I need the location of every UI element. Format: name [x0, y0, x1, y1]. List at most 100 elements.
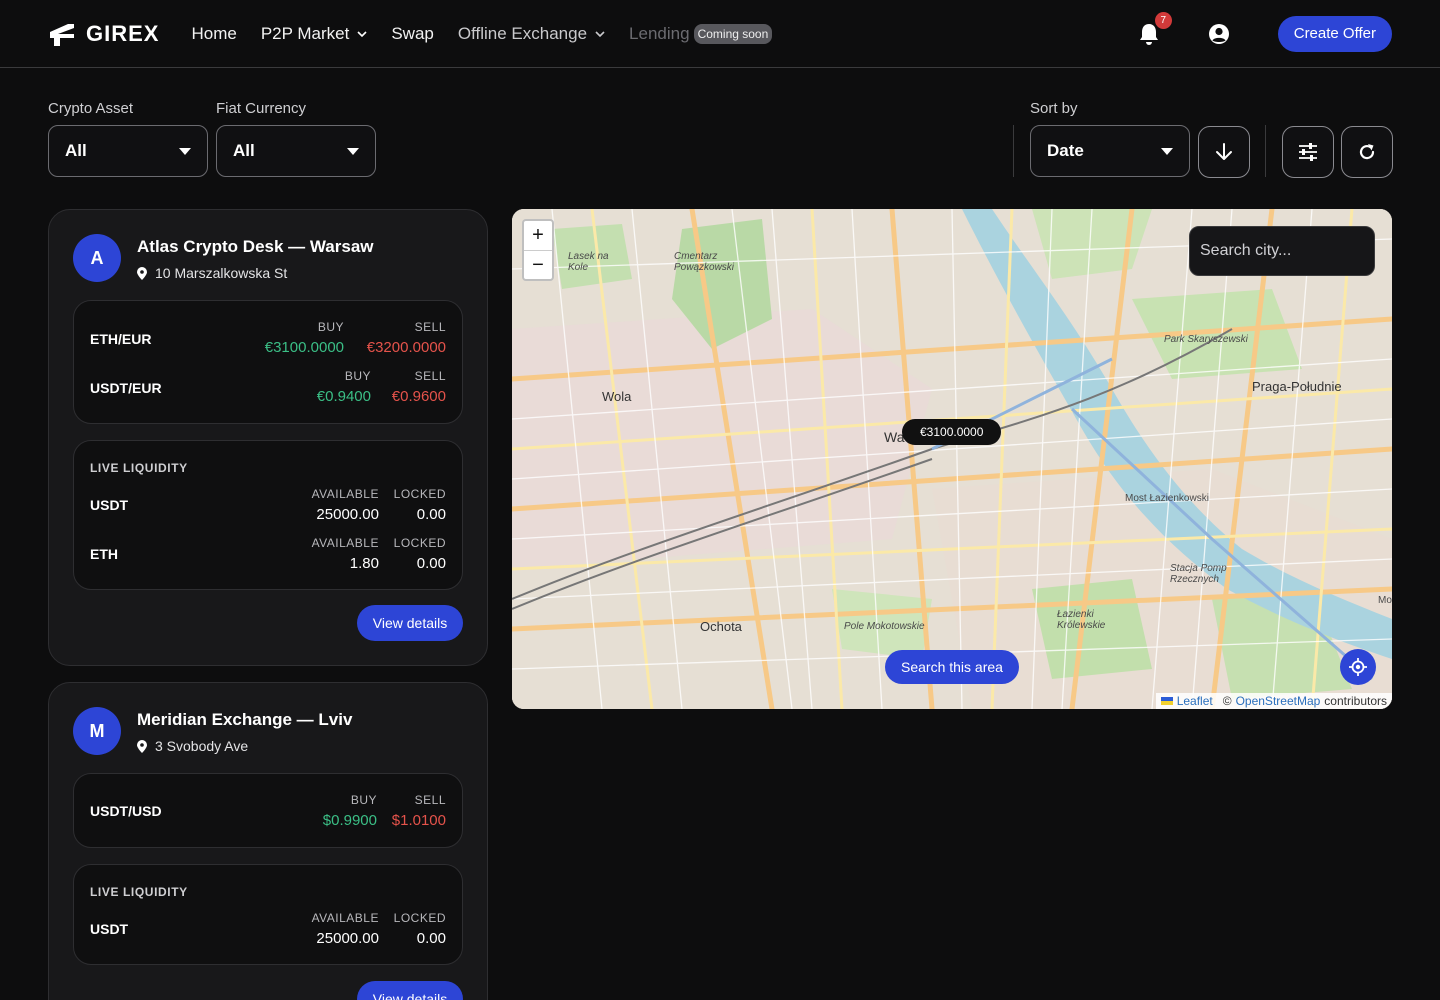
buy-header: BUY: [344, 369, 371, 383]
buy-header: BUY: [350, 793, 377, 807]
sell-rate: €3200.0000: [366, 339, 446, 356]
rate-pair: USDT/USD: [90, 803, 162, 819]
ukraine-flag-icon: [1160, 697, 1173, 705]
crosshair-icon: [1349, 658, 1367, 676]
address-text: 10 Marszalkowska St: [155, 265, 288, 281]
brand-name: GIREX: [86, 20, 160, 46]
map-label-lasek: Lasek na Kole: [568, 251, 609, 273]
sliders-icon: [1299, 143, 1317, 161]
crypto-asset-select[interactable]: All: [48, 125, 208, 177]
map-label-mo: Mo: [1378, 595, 1392, 606]
rate-pair: ETH/EUR: [90, 331, 152, 347]
zoom-control: + −: [522, 219, 554, 281]
nav-p2p-label: P2P Market: [260, 23, 350, 43]
brand-logo[interactable]: GIREX: [48, 20, 159, 48]
nav-home-label: Home: [191, 23, 237, 43]
sort-by-select[interactable]: Date: [1030, 125, 1190, 177]
sell-rate: $1.0100: [391, 812, 446, 829]
filter-divider: [1265, 125, 1266, 177]
attribution-contributors: contributors: [1324, 694, 1387, 708]
refresh-button[interactable]: [1341, 126, 1393, 178]
liquidity-title: LIVE LIQUIDITY: [90, 885, 188, 899]
nav-lending: Lending Coming soon: [629, 23, 773, 44]
exchange-map[interactable]: Wola Praga-Południe Ochota Park Skarysze…: [512, 209, 1392, 709]
crypto-asset-label: Crypto Asset: [48, 100, 134, 117]
openstreetmap-link[interactable]: OpenStreetMap: [1236, 694, 1321, 708]
refresh-icon: [1359, 144, 1375, 160]
map-label-stacja: Stacja Pomp Rzecznych: [1170, 563, 1227, 585]
map-label-wola: Wola: [602, 389, 632, 404]
view-details-button[interactable]: View details: [357, 605, 463, 641]
top-navbar: GIREX Home P2P Market Swap Offline Excha…: [0, 0, 1440, 68]
caret-down-icon: [179, 148, 191, 155]
sort-by-label: Sort by: [1030, 100, 1078, 117]
buy-rate: €0.9400: [316, 388, 371, 405]
available-header: AVAILABLE: [311, 487, 379, 501]
city-search-input[interactable]: [1189, 226, 1375, 276]
fiat-currency-value: All: [233, 141, 255, 160]
nav-lending-label: Lending: [629, 23, 690, 43]
buy-rate: $0.9900: [322, 812, 377, 829]
rates-box: USDT/USD BUY SELL $0.9900 $1.0100: [73, 773, 463, 848]
locate-me-button[interactable]: [1340, 649, 1376, 685]
buy-header: BUY: [317, 320, 344, 334]
map-label-praga: Praga-Południe: [1252, 379, 1342, 394]
coming-soon-badge: Coming soon: [693, 23, 773, 44]
nav-home[interactable]: Home: [191, 24, 236, 44]
exchange-card: A Atlas Crypto Desk — Warsaw 10 Marszalk…: [48, 209, 488, 666]
leaflet-link[interactable]: Leaflet: [1177, 694, 1213, 708]
nav-p2p-market[interactable]: P2P Market: [261, 24, 368, 44]
view-details-button[interactable]: View details: [357, 981, 463, 1000]
create-offer-button[interactable]: Create Offer: [1277, 15, 1392, 52]
locked-amount: 0.00: [416, 930, 446, 947]
sort-by-value: Date: [1047, 141, 1084, 160]
address-text: 3 Svobody Ave: [155, 738, 249, 754]
chevron-down-icon: [595, 30, 605, 37]
map-label-most: Most Łazienkowski: [1125, 493, 1209, 504]
attribution-copyright: ©: [1222, 694, 1232, 708]
liquidity-box: LIVE LIQUIDITY USDT AVAILABLE LOCKED 250…: [73, 440, 463, 590]
liquidity-asset: USDT: [90, 497, 129, 513]
rates-box: ETH/EUR BUY SELL €3100.0000 €3200.0000 U…: [73, 300, 463, 424]
map-pin-icon: [137, 266, 147, 280]
locked-amount: 0.00: [416, 506, 446, 523]
chevron-down-icon: [357, 30, 367, 37]
exchange-name: Atlas Crypto Desk — Warsaw: [137, 237, 374, 256]
map-label-pole: Pole Mokotowskie: [844, 621, 925, 632]
available-amount: 25000.00: [316, 506, 379, 523]
search-this-area-button[interactable]: Search this area: [885, 650, 1019, 684]
map-pin-icon: [137, 739, 147, 753]
map-tiles[interactable]: [512, 209, 1392, 709]
price-marker[interactable]: €3100.0000: [902, 419, 1002, 445]
sell-header: SELL: [414, 793, 446, 807]
sort-direction-button[interactable]: [1198, 126, 1250, 178]
locked-amount: 0.00: [416, 555, 446, 572]
crypto-asset-value: All: [65, 141, 87, 160]
locked-header: LOCKED: [393, 536, 446, 550]
zoom-in-button[interactable]: +: [524, 221, 552, 250]
user-account-icon[interactable]: [1208, 23, 1230, 45]
available-header: AVAILABLE: [311, 911, 379, 925]
liquidity-asset: ETH: [90, 546, 118, 562]
rate-pair: USDT/EUR: [90, 380, 162, 396]
nav-offline-exchange[interactable]: Offline Exchange: [458, 24, 605, 44]
exchange-name: Meridian Exchange — Lviv: [137, 710, 353, 729]
notifications-button[interactable]: 7: [1138, 11, 1172, 46]
avatar: M: [73, 707, 121, 755]
nav-swap[interactable]: Swap: [391, 24, 434, 44]
zoom-out-button[interactable]: −: [524, 250, 552, 279]
caret-down-icon: [347, 148, 359, 155]
nav-offline-label: Offline Exchange: [457, 23, 588, 43]
liquidity-box: LIVE LIQUIDITY USDT AVAILABLE LOCKED 250…: [73, 864, 463, 965]
available-amount: 25000.00: [316, 930, 379, 947]
nav-links: Home P2P Market Swap Offline Exchange Le…: [191, 23, 773, 44]
filters-button[interactable]: [1282, 126, 1334, 178]
map-label-park: Park Skaryszewski: [1164, 334, 1248, 345]
exchange-card: M Meridian Exchange — Lviv 3 Svobody Ave…: [48, 682, 488, 1000]
fiat-currency-select[interactable]: All: [216, 125, 376, 177]
sell-header: SELL: [414, 369, 446, 383]
nav-swap-label: Swap: [391, 23, 434, 43]
filter-divider: [1013, 125, 1014, 177]
map-label-cmentarz: Cmentarz Powązkowski: [674, 251, 735, 273]
girex-logo-icon: [50, 23, 74, 46]
